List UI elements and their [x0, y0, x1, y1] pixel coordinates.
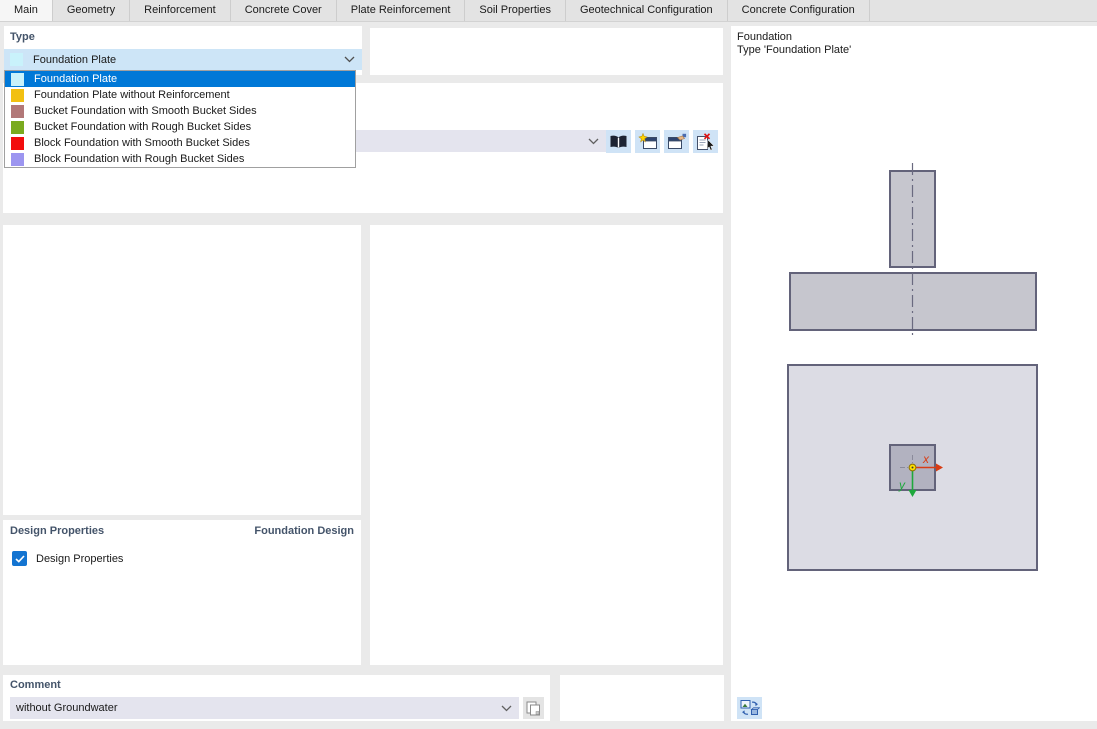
- tab-concrete-cover[interactable]: Concrete Cover: [231, 0, 337, 21]
- chevron-down-icon: [344, 56, 355, 63]
- delete-entry-button[interactable]: [693, 130, 718, 153]
- design-properties-checkbox[interactable]: [12, 551, 27, 566]
- comment-header: Comment: [10, 679, 61, 691]
- tab-geometry[interactable]: Geometry: [53, 0, 131, 21]
- option-label: Foundation Plate without Reinforcement: [34, 89, 230, 101]
- foundation-preview-panel: Foundation Type 'Foundation Plate' x y: [731, 26, 1097, 721]
- foundation-design-header: Foundation Design: [254, 525, 354, 537]
- type-section-header: Type: [10, 31, 35, 43]
- type-color-swatch: [11, 72, 24, 86]
- comment-combobox[interactable]: without Groundwater: [10, 697, 519, 719]
- copy-comment-button[interactable]: [523, 697, 544, 719]
- top-middle-panel: [370, 28, 723, 75]
- tab-plate-reinforcement[interactable]: Plate Reinforcement: [337, 0, 466, 21]
- library-book-button[interactable]: [606, 130, 631, 153]
- library-book-icon: [610, 135, 627, 148]
- type-option-bucket-rough[interactable]: Bucket Foundation with Rough Bucket Side…: [5, 119, 355, 135]
- comment-value: without Groundwater: [16, 702, 118, 714]
- type-color-swatch: [11, 104, 24, 118]
- chevron-down-icon: [588, 138, 599, 145]
- delete-entry-icon: [696, 132, 715, 151]
- tab-soil-properties[interactable]: Soil Properties: [465, 0, 566, 21]
- type-option-bucket-smooth[interactable]: Bucket Foundation with Smooth Bucket Sid…: [5, 103, 355, 119]
- checkmark-icon: [14, 554, 25, 563]
- left-middle-panel: [3, 225, 361, 515]
- option-label: Bucket Foundation with Rough Bucket Side…: [34, 121, 252, 133]
- axis-x-label: x: [922, 452, 930, 466]
- type-option-foundation-plate-without-reinforcement[interactable]: Foundation Plate without Reinforcement: [5, 87, 355, 103]
- toggle-view-button[interactable]: [737, 697, 762, 719]
- tab-geotechnical-configuration[interactable]: Geotechnical Configuration: [566, 0, 728, 21]
- type-option-foundation-plate[interactable]: Foundation Plate: [5, 71, 355, 87]
- copy-icon: [526, 701, 540, 715]
- foundation-drawing: x y: [787, 163, 1038, 571]
- type-option-block-rough[interactable]: Block Foundation with Rough Bucket Sides: [5, 151, 355, 167]
- design-properties-panel: Design Properties Foundation Design Desi…: [3, 520, 361, 665]
- type-color-swatch: [11, 152, 24, 166]
- foundation-type-value: Foundation Plate: [33, 53, 117, 66]
- comment-panel: Comment without Groundwater: [3, 675, 550, 721]
- new-entry-icon: [637, 133, 657, 149]
- type-color-swatch: [11, 120, 24, 134]
- edit-entry-button[interactable]: [664, 130, 689, 153]
- option-label: Bucket Foundation with Smooth Bucket Sid…: [34, 105, 257, 117]
- type-color-swatch: [11, 136, 24, 150]
- bottom-middle-panel: [560, 675, 724, 721]
- tab-main[interactable]: Main: [0, 0, 53, 21]
- foundation-type-dropdown-list: Foundation Plate Foundation Plate withou…: [4, 70, 356, 168]
- new-entry-button[interactable]: [635, 130, 660, 153]
- design-properties-checkbox-label: Design Properties: [36, 552, 124, 565]
- type-color-swatch: [10, 53, 23, 66]
- design-properties-header: Design Properties: [10, 525, 105, 537]
- option-label: Block Foundation with Rough Bucket Sides: [34, 153, 245, 165]
- rotate-view-icon: [740, 700, 760, 715]
- type-color-swatch: [11, 88, 24, 102]
- axis-y-label: y: [898, 478, 906, 492]
- option-label: Foundation Plate: [34, 73, 118, 85]
- type-option-block-smooth[interactable]: Block Foundation with Smooth Bucket Side…: [5, 135, 355, 151]
- edit-entry-icon: [667, 133, 686, 149]
- option-label: Block Foundation with Smooth Bucket Side…: [34, 137, 250, 149]
- tab-reinforcement[interactable]: Reinforcement: [130, 0, 231, 21]
- dialog-tab-bar: Main Geometry Reinforcement Concrete Cov…: [0, 0, 1097, 22]
- foundation-type-combobox[interactable]: Foundation Plate: [4, 49, 362, 70]
- chevron-down-icon: [501, 705, 512, 712]
- center-tall-panel: [370, 225, 723, 665]
- tab-concrete-configuration[interactable]: Concrete Configuration: [728, 0, 870, 21]
- origin-dot: [911, 466, 914, 469]
